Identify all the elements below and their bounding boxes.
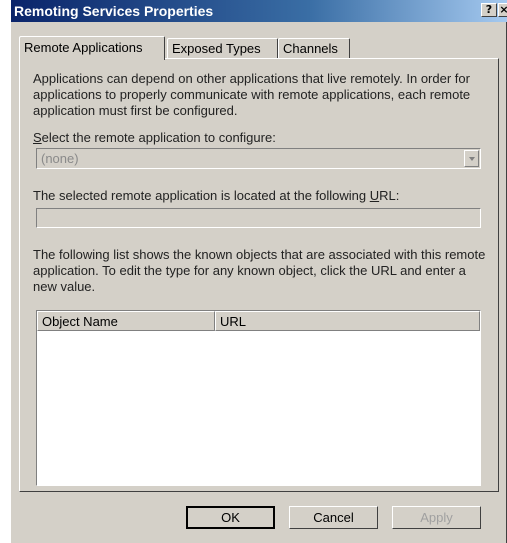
column-header-url[interactable]: URL: [215, 311, 480, 331]
tab-exposed-types[interactable]: Exposed Types: [167, 38, 278, 58]
remote-application-select[interactable]: (none): [36, 148, 481, 169]
cancel-button[interactable]: Cancel: [289, 506, 378, 529]
close-button[interactable]: ×: [498, 3, 507, 17]
selected-application-value: (none): [41, 151, 79, 166]
help-button[interactable]: ?: [481, 3, 497, 17]
tab-remote-applications[interactable]: Remote Applications: [19, 36, 165, 60]
known-objects-list[interactable]: Object Name URL: [36, 310, 481, 486]
apply-button[interactable]: Apply: [392, 506, 481, 529]
url-label-mnemonic: U: [369, 188, 380, 203]
select-label-rest: elect the remote application to configur…: [41, 130, 276, 145]
chevron-down-icon[interactable]: [464, 150, 479, 167]
list-description: The following list shows the known objec…: [33, 247, 486, 294]
ok-button[interactable]: OK: [186, 506, 275, 529]
url-label-after: RL:: [379, 188, 400, 203]
title-bar: Remoting Services Properties ? ×: [11, 0, 507, 22]
select-application-label: Select the remote application to configu…: [33, 130, 276, 146]
column-header-object-name[interactable]: Object Name: [37, 311, 215, 331]
url-label-before: The selected remote application is locat…: [33, 188, 370, 203]
url-label: The selected remote application is locat…: [33, 188, 399, 204]
url-field: [36, 208, 481, 228]
window-title: Remoting Services Properties: [14, 3, 214, 19]
intro-text: Applications can depend on other applica…: [33, 71, 471, 118]
select-label-mnemonic: S: [33, 130, 42, 145]
tab-channels[interactable]: Channels: [278, 38, 350, 58]
